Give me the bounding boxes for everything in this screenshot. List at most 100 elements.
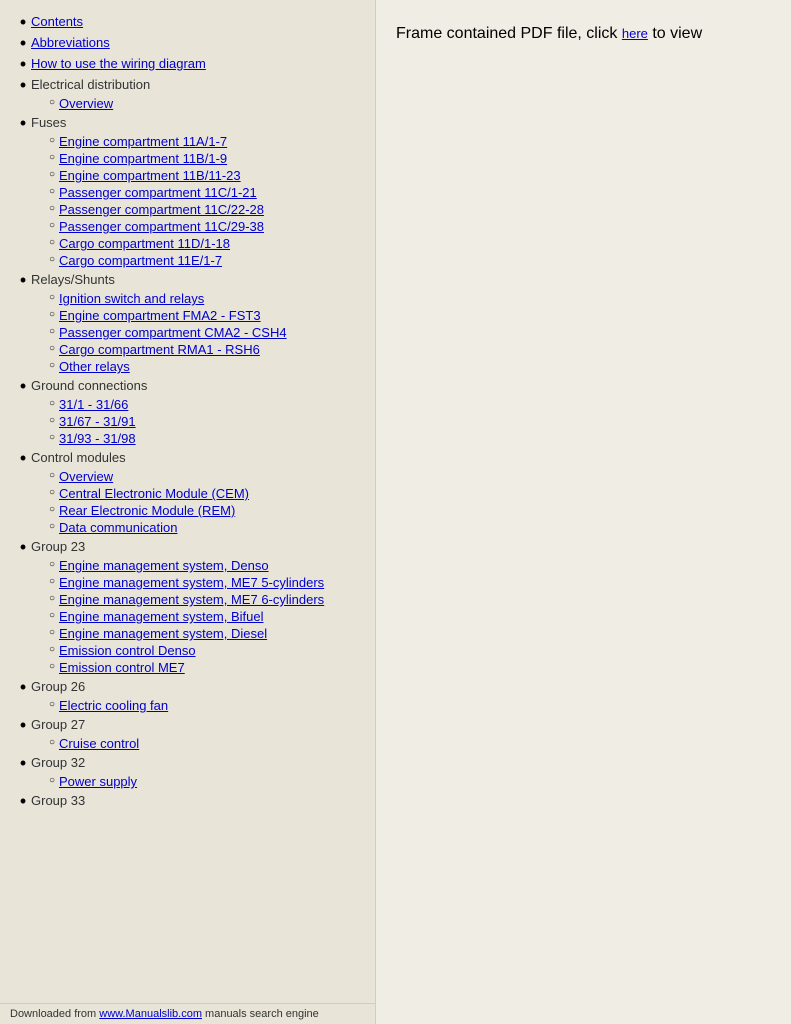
footer-suffix: manuals search engine xyxy=(202,1008,319,1020)
sub-link-6-0[interactable]: 31/1 - 31/66 xyxy=(59,397,128,412)
sub-link-4-4[interactable]: Passenger compartment 11C/22-28 xyxy=(59,202,264,217)
sub-item-11-0: ○Power supply xyxy=(45,774,365,789)
bullet-icon-1: • xyxy=(15,34,31,52)
sub-link-7-0[interactable]: Overview xyxy=(59,469,113,484)
sub-item-6-2: ○31/93 - 31/98 xyxy=(45,431,365,446)
sub-bullet-icon: ○ xyxy=(45,431,59,445)
nav-section-label-7: Control modules xyxy=(31,450,126,465)
nav-section-1: •Abbreviations xyxy=(15,35,365,52)
sub-link-9-0[interactable]: Electric cooling fan xyxy=(59,698,168,713)
sub-item-7-0: ○Overview xyxy=(45,469,365,484)
bullet-icon-8: • xyxy=(15,538,31,556)
nav-section-label-4: Fuses xyxy=(31,115,66,130)
bullet-icon-2: • xyxy=(15,55,31,73)
nav-section-label-9: Group 26 xyxy=(31,679,85,694)
footer-link[interactable]: www.Manualslib.com xyxy=(99,1008,202,1020)
sub-item-4-0: ○Engine compartment 11A/1-7 xyxy=(45,134,365,149)
bullet-icon-6: • xyxy=(15,377,31,395)
sub-link-4-2[interactable]: Engine compartment 11B/11-23 xyxy=(59,168,241,183)
sub-link-10-0[interactable]: Cruise control xyxy=(59,736,139,751)
sub-item-8-3: ○Engine management system, Bifuel xyxy=(45,609,365,624)
sub-link-8-2[interactable]: Engine management system, ME7 6-cylinder… xyxy=(59,592,324,607)
sub-bullet-icon: ○ xyxy=(45,736,59,750)
navigation-list: •Contents•Abbreviations•How to use the w… xyxy=(15,14,365,810)
sub-link-5-0[interactable]: Ignition switch and relays xyxy=(59,291,204,306)
bullet-icon-4: • xyxy=(15,114,31,132)
sub-link-8-5[interactable]: Emission control Denso xyxy=(59,643,196,658)
sub-bullet-icon: ○ xyxy=(45,308,59,322)
sub-bullet-icon: ○ xyxy=(45,609,59,623)
nav-section-7: •Control modules ○Overview ○Central Electr… xyxy=(15,450,365,535)
sub-bullet-icon: ○ xyxy=(45,134,59,148)
sub-link-5-1[interactable]: Engine compartment FMA2 - FST3 xyxy=(59,308,261,323)
sub-bullet-icon: ○ xyxy=(45,575,59,589)
nav-link-2[interactable]: How to use the wiring diagram xyxy=(31,56,206,71)
sub-link-8-6[interactable]: Emission control ME7 xyxy=(59,660,185,675)
sub-item-8-0: ○Engine management system, Denso xyxy=(45,558,365,573)
sub-item-6-1: ○31/67 - 31/91 xyxy=(45,414,365,429)
sub-item-5-4: ○Other relays xyxy=(45,359,365,374)
sub-bullet-icon: ○ xyxy=(45,486,59,500)
nav-section-label-3: Electrical distribution xyxy=(31,77,150,92)
sub-link-7-3[interactable]: Data communication xyxy=(59,520,178,535)
sub-link-7-1[interactable]: Central Electronic Module (CEM) xyxy=(59,486,249,501)
sub-link-7-2[interactable]: Rear Electronic Module (REM) xyxy=(59,503,235,518)
sub-item-4-5: ○Passenger compartment 11C/29-38 xyxy=(45,219,365,234)
sub-link-4-6[interactable]: Cargo compartment 11D/1-18 xyxy=(59,236,230,251)
sub-link-5-4[interactable]: Other relays xyxy=(59,359,130,374)
sub-bullet-icon: ○ xyxy=(45,698,59,712)
sub-link-4-0[interactable]: Engine compartment 11A/1-7 xyxy=(59,134,227,149)
sub-bullet-icon: ○ xyxy=(45,325,59,339)
sub-list-8: ○Engine management system, Denso○Engine … xyxy=(45,558,365,675)
frame-text-before: Frame contained PDF file, click xyxy=(396,25,622,42)
sub-link-4-7[interactable]: Cargo compartment 11E/1-7 xyxy=(59,253,222,268)
sub-item-8-2: ○Engine management system, ME7 6-cylinde… xyxy=(45,592,365,607)
sub-bullet-icon: ○ xyxy=(45,359,59,373)
nav-section-6: •Ground connections○31/1 - 31/66○31/67 -… xyxy=(15,378,365,446)
nav-link-0[interactable]: Contents xyxy=(31,14,83,29)
sub-item-7-3: ○Data communication xyxy=(45,520,365,535)
sub-item-8-6: ○Emission control ME7 xyxy=(45,660,365,675)
bullet-icon-7: • xyxy=(15,449,31,467)
sub-link-8-3[interactable]: Engine management system, Bifuel xyxy=(59,609,264,624)
sub-item-4-1: ○Engine compartment 11B/1-9 xyxy=(45,151,365,166)
nav-section-label-12: Group 33 xyxy=(31,793,85,808)
sub-list-4: ○Engine compartment 11A/1-7○Engine compa… xyxy=(45,134,365,268)
sub-item-8-1: ○Engine management system, ME7 5-cylinde… xyxy=(45,575,365,590)
sub-item-8-4: ○Engine management system, Diesel xyxy=(45,626,365,641)
sub-bullet-icon: ○ xyxy=(45,236,59,250)
sub-link-6-1[interactable]: 31/67 - 31/91 xyxy=(59,414,136,429)
nav-section-10: •Group 27○Cruise control xyxy=(15,717,365,751)
nav-link-1[interactable]: Abbreviations xyxy=(31,35,110,50)
sub-link-6-2[interactable]: 31/93 - 31/98 xyxy=(59,431,136,446)
sub-link-8-1[interactable]: Engine management system, ME7 5-cylinder… xyxy=(59,575,324,590)
sub-item-9-0: ○Electric cooling fan xyxy=(45,698,365,713)
nav-section-label-10: Group 27 xyxy=(31,717,85,732)
sidebar: •Contents•Abbreviations•How to use the w… xyxy=(0,0,375,1024)
sub-link-8-0[interactable]: Engine management system, Denso xyxy=(59,558,269,573)
sub-link-4-1[interactable]: Engine compartment 11B/1-9 xyxy=(59,151,227,166)
sub-link-3-0[interactable]: Overview xyxy=(59,96,113,111)
sub-link-5-2[interactable]: Passenger compartment CMA2 - CSH4 xyxy=(59,325,287,340)
sub-item-3-0: ○Overview xyxy=(45,96,365,111)
sub-list-5: ○Ignition switch and relays○Engine compa… xyxy=(45,291,365,374)
bullet-icon-11: • xyxy=(15,754,31,772)
sub-bullet-icon: ○ xyxy=(45,592,59,606)
sub-link-4-5[interactable]: Passenger compartment 11C/29-38 xyxy=(59,219,264,234)
sub-bullet-icon: ○ xyxy=(45,643,59,657)
sub-bullet-icon: ○ xyxy=(45,219,59,233)
sub-list-9: ○Electric cooling fan xyxy=(45,698,365,713)
sub-item-4-3: ○Passenger compartment 11C/1-21 xyxy=(45,185,365,200)
sub-link-8-4[interactable]: Engine management system, Diesel xyxy=(59,626,267,641)
sub-link-5-3[interactable]: Cargo compartment RMA1 - RSH6 xyxy=(59,342,260,357)
nav-section-3: •Electrical distribution○Overview xyxy=(15,77,365,111)
nav-section-0: •Contents xyxy=(15,14,365,31)
sub-link-4-3[interactable]: Passenger compartment 11C/1-21 xyxy=(59,185,257,200)
sub-link-11-0[interactable]: Power supply xyxy=(59,774,137,789)
footer-prefix: Downloaded from xyxy=(10,1008,99,1020)
pdf-here-link[interactable]: here xyxy=(622,26,648,41)
sub-item-5-3: ○Cargo compartment RMA1 - RSH6 xyxy=(45,342,365,357)
sub-list-10: ○Cruise control xyxy=(45,736,365,751)
sub-item-5-0: ○Ignition switch and relays xyxy=(45,291,365,306)
sub-item-4-7: ○Cargo compartment 11E/1-7 xyxy=(45,253,365,268)
